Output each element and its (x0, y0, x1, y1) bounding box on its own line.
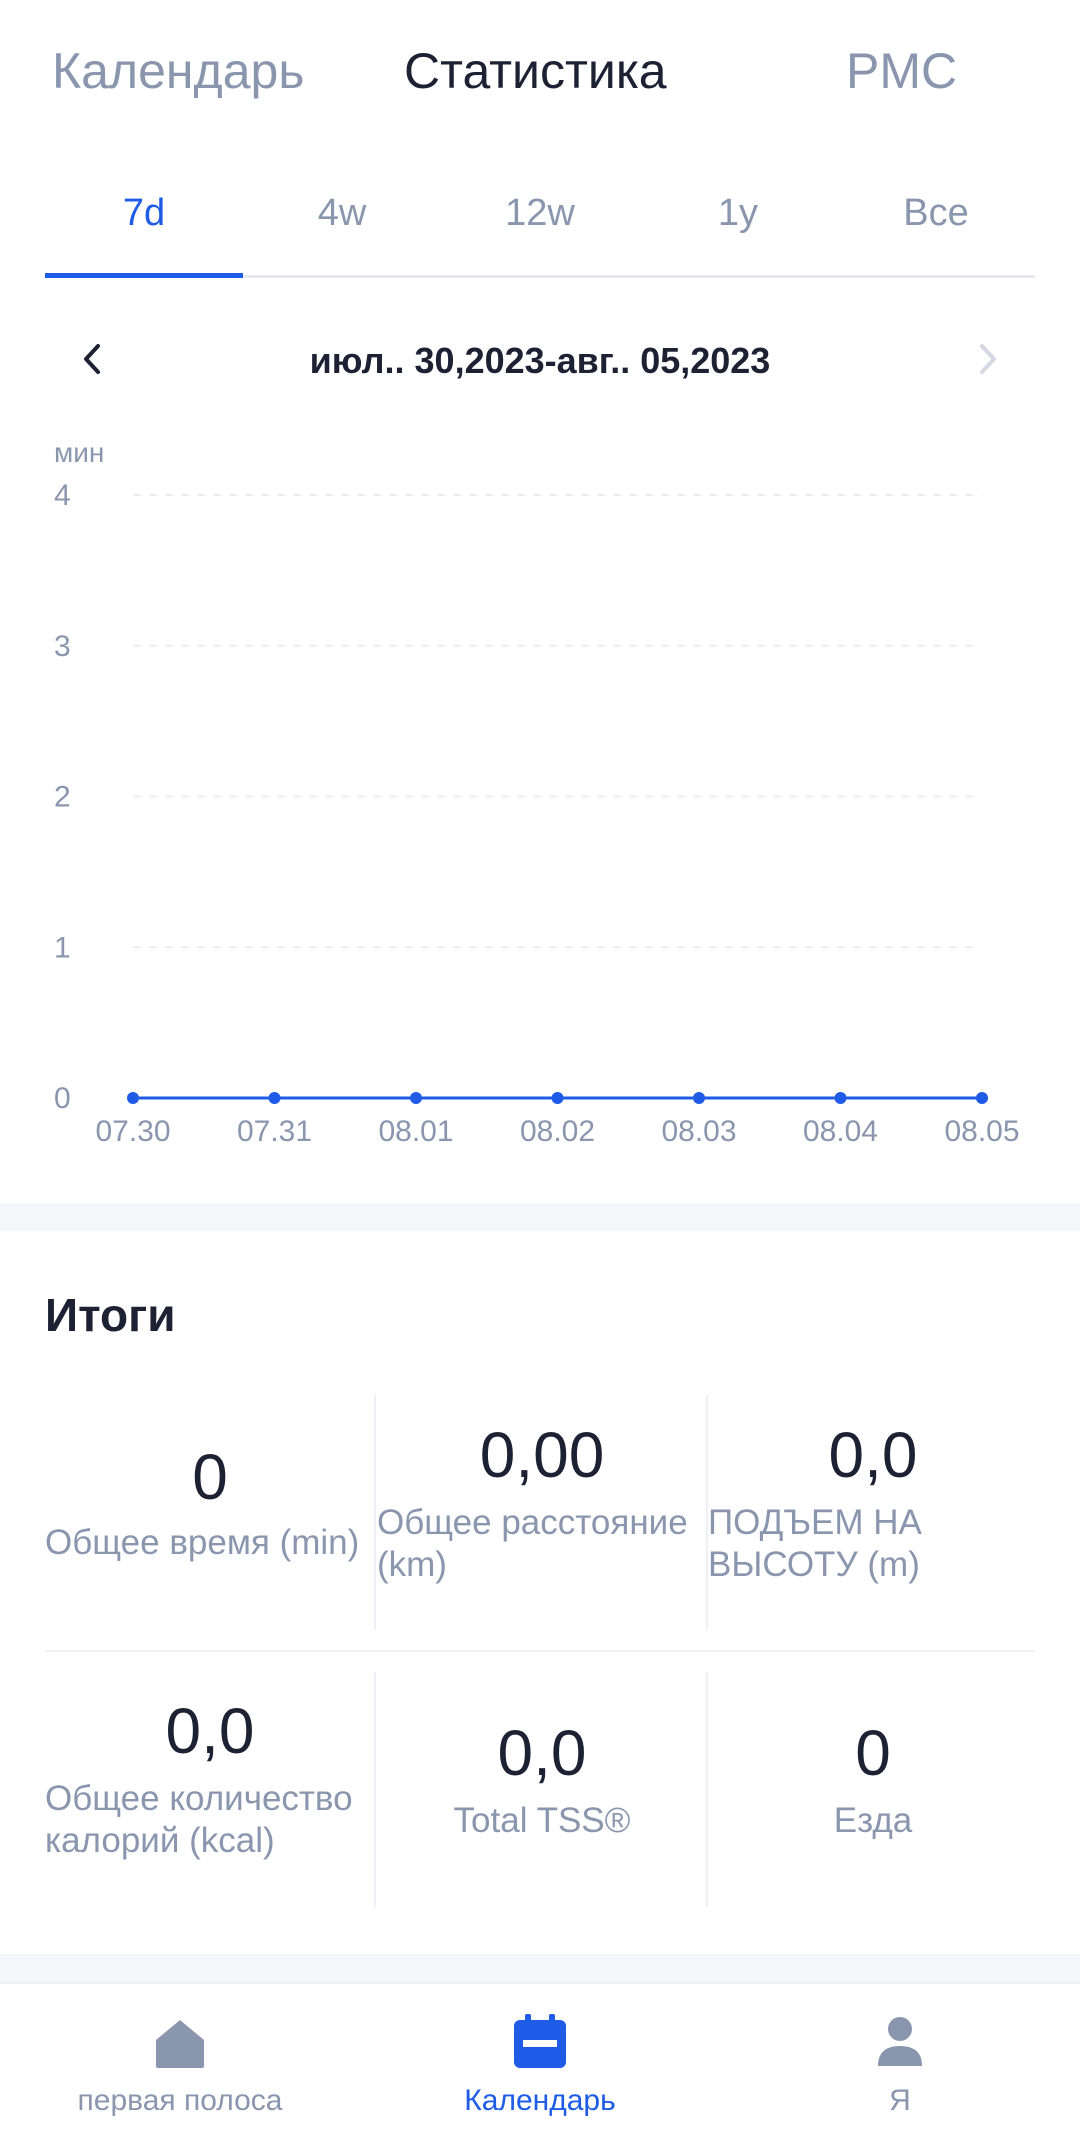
date-navigator: июл.. 30,2023-авг.. 05,2023 (0, 330, 1080, 390)
top-tab-bar: Календарь Статистика PMC (0, 0, 1080, 150)
column-divider (706, 1395, 708, 1630)
x-tick-label: 08.01 (378, 1115, 453, 1148)
data-point (693, 1092, 705, 1104)
tab-calendar[interactable]: Календарь (52, 42, 304, 100)
summary-title: Итоги (45, 1289, 176, 1341)
stat-total-distance: 0,00 Общее расстояние (km) (377, 1418, 707, 1586)
nav-label: первая полоса (77, 2084, 283, 2117)
data-point (410, 1092, 422, 1104)
y-tick-label: 3 (54, 630, 71, 663)
nav-label: Я (889, 2084, 911, 2117)
x-tick-label: 07.31 (237, 1115, 312, 1148)
range-tab-bar: 7d 4w 12w 1y Все (45, 178, 1035, 278)
stat-total-calories: 0,0 Общее количество калорий (kcal) (45, 1694, 375, 1862)
y-tick-label: 1 (54, 931, 71, 964)
row-divider (45, 1650, 1035, 1652)
range-tab-7d[interactable]: 7d (45, 192, 243, 235)
y-tick-label: 4 (54, 479, 71, 512)
data-point (834, 1092, 847, 1104)
data-point (551, 1092, 564, 1104)
stat-value: 0 (855, 1717, 891, 1789)
stat-label: Общее расстояние (km) (377, 1503, 688, 1584)
section-divider (0, 1203, 1080, 1231)
stat-label: Общее время (min) (45, 1523, 360, 1562)
x-tick-label: 08.04 (803, 1115, 878, 1148)
stat-label: Total TSS® (453, 1801, 631, 1840)
stat-value: 0,00 (479, 1419, 605, 1491)
bottom-nav: первая полоса Календарь Я (0, 1982, 1080, 2131)
tab-statistics[interactable]: Статистика (404, 42, 667, 100)
range-tab-1y[interactable]: 1y (639, 192, 837, 235)
stat-value: 0 (192, 1441, 228, 1513)
data-point (127, 1092, 139, 1104)
range-tab-4w[interactable]: 4w (243, 192, 441, 235)
stat-value: 0,0 (497, 1717, 587, 1789)
x-tick-label: 07.30 (95, 1115, 170, 1148)
chevron-right-icon[interactable] (962, 334, 1012, 384)
y-tick-label: 0 (54, 1082, 71, 1115)
nav-label: Календарь (464, 2084, 616, 2117)
column-divider (374, 1672, 376, 1907)
stat-label: Езда (833, 1801, 913, 1840)
x-tick-label: 08.03 (661, 1115, 736, 1148)
range-tab-all[interactable]: Все (837, 192, 1035, 235)
nav-item-feed[interactable]: первая полоса (0, 1984, 360, 2131)
x-tick-label: 08.05 (944, 1115, 1019, 1148)
stat-value: 0,0 (828, 1419, 918, 1491)
stat-label: ПОДЪЕМ НА ВЫСОТУ (m) (708, 1503, 922, 1584)
stat-total-tss: 0,0 Total TSS® (377, 1716, 707, 1842)
x-tick-label: 08.02 (520, 1115, 595, 1148)
stat-value: 0,0 (165, 1695, 255, 1767)
y-tick-label: 2 (54, 781, 71, 814)
chevron-left-icon[interactable] (68, 334, 118, 384)
stat-rides: 0 Езда (708, 1716, 1038, 1842)
home-icon (156, 2020, 204, 2068)
stat-total-time: 0 Общее время (min) (45, 1440, 375, 1564)
date-range-label: июл.. 30,2023-авг.. 05,2023 (309, 340, 771, 381)
stat-elevation-gain: 0,0 ПОДЪЕМ НА ВЫСОТУ (m) (708, 1418, 1038, 1586)
person-icon (878, 2017, 922, 2066)
range-tab-indicator (45, 273, 243, 278)
section-divider (0, 1954, 1080, 1982)
y-axis-unit-label: мин (54, 437, 104, 468)
column-divider (706, 1672, 708, 1907)
duration-line-chart: мин 0 1 2 3 4 07.30 07.31 08.01 08.02 08.03 08.04 08… (54, 437, 1020, 1148)
data-point (976, 1092, 988, 1104)
range-tab-12w[interactable]: 12w (441, 192, 639, 235)
nav-item-calendar[interactable]: Календарь (360, 1984, 720, 2131)
calendar-icon (514, 2014, 566, 2068)
data-point (268, 1092, 281, 1104)
tab-pmc[interactable]: PMC (846, 42, 957, 100)
stat-label: Общее количество калорий (kcal) (45, 1779, 353, 1860)
nav-item-me[interactable]: Я (720, 1984, 1080, 2131)
column-divider (374, 1395, 376, 1630)
